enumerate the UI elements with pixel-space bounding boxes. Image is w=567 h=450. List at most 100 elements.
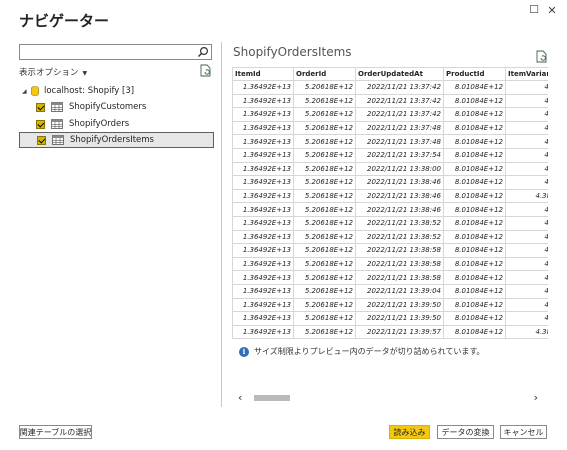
table-cell: 5.20618E+12 [293, 256, 356, 272]
transform-data-button[interactable]: データの変換 [437, 425, 494, 439]
table-cell: 4.38 [505, 202, 548, 217]
preview-title: ShopifyOrdersItems [233, 45, 352, 59]
table-cell: 2022/11/21 13:37:42 [355, 93, 444, 109]
info-text: サイズ制限よりプレビュー内のデータが切り詰められています。 [254, 347, 485, 356]
table-cell: 2022/11/21 13:39:50 [355, 311, 444, 326]
table-cell: 8.01084E+12 [443, 93, 506, 109]
checkbox[interactable] [36, 102, 45, 112]
table-cell: 2022/11/21 13:38:52 [355, 229, 444, 245]
column-header[interactable]: OrderId [293, 67, 356, 81]
horizontal-scrollbar[interactable]: ‹ › [232, 391, 548, 405]
database-icon [31, 86, 39, 96]
checkbox[interactable] [37, 135, 46, 145]
table-cell: 8.01084E+12 [443, 270, 506, 285]
table-cell: 4.38 [505, 243, 548, 258]
table-cell: 5.20618E+12 [293, 80, 356, 95]
table-icon [51, 119, 63, 129]
column-header[interactable]: ProductId [443, 67, 506, 81]
table-cell: 4.38 [505, 270, 548, 285]
collapse-triangle-icon[interactable]: ◢ [22, 88, 31, 95]
table-row: 1.36492E+13 5.20618E+12 2022/11/21 13:38:4… [232, 175, 548, 190]
table-cell: 1.36492E+13 [232, 297, 294, 313]
table-cell: 2022/11/21 13:37:42 [355, 80, 444, 95]
chevron-left-icon[interactable]: ‹ [238, 391, 242, 405]
table-cell: 4.38 [505, 120, 548, 136]
pane-splitter[interactable] [221, 42, 222, 407]
tree-item-shopify-orders-items[interactable]: ShopifyOrdersItems [19, 132, 214, 148]
column-header[interactable]: ItemId [232, 67, 294, 81]
table-row: 1.36492E+13 5.20618E+12 2022/11/21 13:38:5… [232, 229, 548, 245]
table-cell: 4.38 [505, 175, 548, 190]
select-related-tables-button[interactable]: 関連テーブルの選択 [19, 425, 92, 439]
table-cell: 2022/11/21 13:39:57 [355, 324, 444, 339]
table-cell: 1.36492E+13 [232, 311, 294, 326]
table-cell: 4.3810 [505, 324, 548, 339]
table-cell: 5.20618E+12 [293, 161, 356, 177]
table-cell: 8.01084E+12 [443, 80, 506, 95]
table-cell: 1.36492E+13 [232, 188, 294, 204]
table-cell: 1.36492E+13 [232, 283, 294, 299]
table-cell: 2022/11/21 13:38:46 [355, 202, 444, 217]
table-cell: 5.20618E+12 [293, 243, 356, 258]
table-cell: 1.36492E+13 [232, 202, 294, 217]
table-cell: 2022/11/21 13:38:58 [355, 256, 444, 272]
tree-item-shopify-orders[interactable]: ShopifyOrders [19, 116, 214, 132]
table-cell: 5.20618E+12 [293, 270, 356, 285]
table-row: 1.36492E+13 5.20618E+12 2022/11/21 13:39:5… [232, 297, 548, 313]
preview-table: ItemId OrderId OrderUpdatedAt ProductId Item… [232, 67, 548, 339]
table-row: 1.36492E+13 5.20618E+12 2022/11/21 13:38:4… [232, 188, 548, 204]
table-cell: 8.01084E+12 [443, 202, 506, 217]
table-cell: 5.20618E+12 [293, 324, 356, 339]
tree-root-node[interactable]: ◢ localhost: Shopify [3] [22, 84, 134, 98]
table-cell: 4.38 [505, 134, 548, 149]
dialog-title: ナビゲーター [19, 12, 110, 30]
table-cell: 2022/11/21 13:37:48 [355, 120, 444, 136]
table-cell: 5.20618E+12 [293, 120, 356, 136]
search-box[interactable] [19, 44, 212, 60]
preview-grid[interactable]: ItemId OrderId OrderUpdatedAt ProductId Item… [232, 67, 548, 339]
column-header[interactable]: OrderUpdatedAt [355, 67, 444, 81]
table-cell: 1.36492E+13 [232, 175, 294, 190]
table-cell: 1.36492E+13 [232, 93, 294, 109]
display-options-dropdown[interactable]: 表示オプション ▼ [19, 66, 87, 78]
table-row: 1.36492E+13 5.20618E+12 2022/11/21 13:38:5… [232, 243, 548, 258]
checkbox[interactable] [36, 119, 45, 129]
table-cell: 8.01084E+12 [443, 324, 506, 339]
display-options-label: 表示オプション [19, 68, 79, 78]
table-cell: 1.36492E+13 [232, 107, 294, 122]
tree-item-shopify-customers[interactable]: ShopifyCustomers [19, 99, 214, 115]
table-cell: 8.01084E+12 [443, 311, 506, 326]
table-cell: 5.20618E+12 [293, 107, 356, 122]
table-cell: 1.36492E+13 [232, 215, 294, 231]
cancel-button[interactable]: キャンセル [500, 425, 547, 439]
table-row: 1.36492E+13 5.20618E+12 2022/11/21 13:38:5… [232, 256, 548, 272]
table-cell: 8.01084E+12 [443, 256, 506, 272]
table-cell: 2022/11/21 13:38:00 [355, 161, 444, 177]
refresh-icon[interactable] [200, 64, 212, 77]
table-row: 1.36492E+13 5.20618E+12 2022/11/21 13:39:5… [232, 311, 548, 326]
table-icon [52, 135, 64, 145]
table-cell: 4.3810 [505, 188, 548, 204]
chevron-right-icon[interactable]: › [534, 391, 538, 405]
table-row: 1.36492E+13 5.20618E+12 2022/11/21 13:39:0… [232, 283, 548, 299]
table-cell: 8.01084E+12 [443, 107, 506, 122]
table-cell: 1.36492E+13 [232, 324, 294, 339]
scroll-thumb[interactable] [254, 395, 290, 401]
table-row: 1.36492E+13 5.20618E+12 2022/11/21 13:37:4… [232, 93, 548, 109]
table-cell: 4.38 [505, 107, 548, 122]
maximize-button[interactable]: ☐ [527, 3, 541, 16]
header-row: ItemId OrderId OrderUpdatedAt ProductId Item… [232, 67, 548, 81]
table-cell: 5.20618E+12 [293, 283, 356, 299]
close-button[interactable]: ✕ [545, 4, 559, 17]
column-header[interactable]: ItemVariantId [505, 67, 548, 81]
refresh-icon[interactable] [536, 50, 548, 63]
table-cell: 5.20618E+12 [293, 93, 356, 109]
table-row: 1.36492E+13 5.20618E+12 2022/11/21 13:39:5… [232, 324, 548, 339]
load-button[interactable]: 読み込み [389, 425, 430, 439]
table-cell: 2022/11/21 13:37:48 [355, 134, 444, 149]
table-cell: 8.01084E+12 [443, 297, 506, 313]
tree-item-label: ShopifyOrders [69, 119, 130, 129]
table-cell: 8.01084E+12 [443, 229, 506, 245]
table-cell: 2022/11/21 13:38:46 [355, 175, 444, 190]
search-icon[interactable] [197, 46, 209, 58]
